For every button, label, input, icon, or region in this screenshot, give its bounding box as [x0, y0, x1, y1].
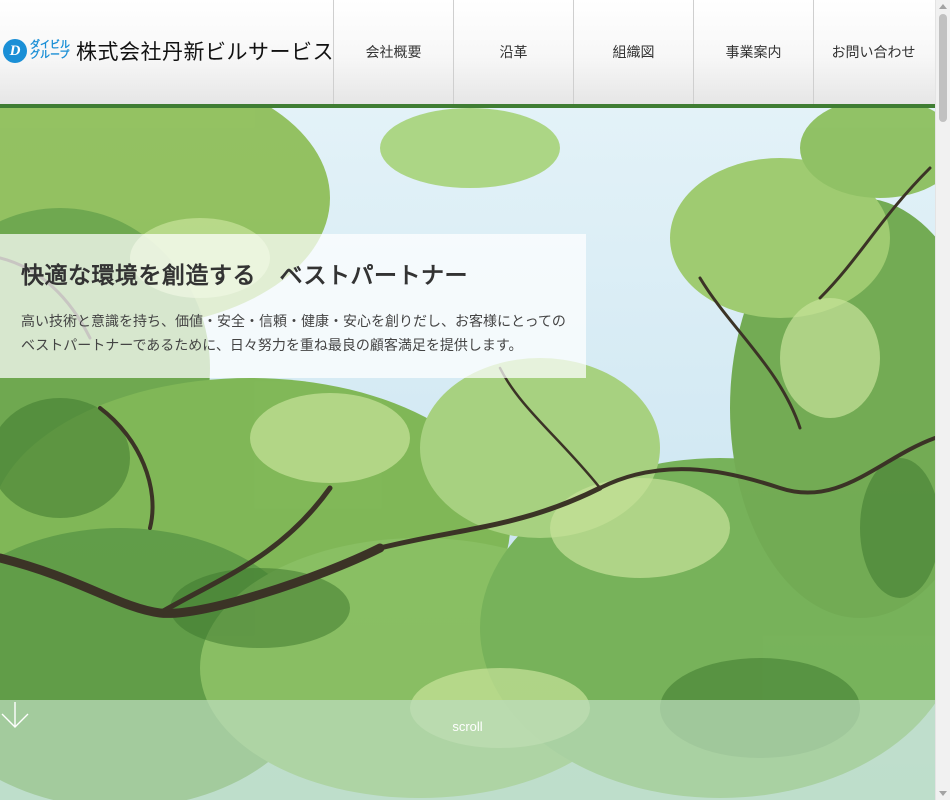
scroll-label: scroll — [452, 719, 483, 734]
arrow-down-icon[interactable] — [0, 700, 30, 730]
logo-group-text: ダイビル グループ — [30, 41, 70, 61]
daibiru-logo-icon: D — [3, 39, 27, 63]
tagline-panel: 快適な環境を創造する ベストパートナー 高い技術と意識を持ち、価値・安全・信頼・… — [0, 234, 586, 378]
hero-description-line1: 高い技術と意識を持ち、価値・安全・信頼・健康・安心を創りだし、お客様にとっての — [21, 314, 566, 330]
site-logo[interactable]: D ダイビル グループ 株式会社丹新ビルサービス — [3, 36, 334, 66]
scrollbar-thumb[interactable] — [939, 14, 947, 122]
scroll-indicator[interactable]: scroll — [0, 700, 935, 800]
company-name: 株式会社丹新ビルサービス — [76, 40, 334, 64]
nav-item-contact[interactable]: お問い合わせ — [813, 0, 933, 104]
hero-description-line2: ベストパートナーであるために、日々努力を重ね最良の顧客満足を提供します。 — [21, 338, 523, 354]
main-nav: 会社概要 沿革 組織図 事業案内 お問い合わせ — [333, 0, 933, 104]
site-header: D ダイビル グループ 株式会社丹新ビルサービス 会社概要 沿革 組織図 事業案… — [0, 0, 935, 104]
vertical-scrollbar[interactable] — [935, 0, 950, 800]
nav-item-company-overview[interactable]: 会社概要 — [333, 0, 453, 104]
scroll-down-arrow-icon[interactable] — [939, 791, 947, 796]
tree-canopy-image — [0, 108, 935, 800]
nav-item-business[interactable]: 事業案内 — [693, 0, 813, 104]
nav-item-history[interactable]: 沿革 — [453, 0, 573, 104]
scroll-up-arrow-icon[interactable] — [939, 4, 947, 9]
hero-section: 快適な環境を創造する ベストパートナー 高い技術と意識を持ち、価値・安全・信頼・… — [0, 108, 935, 800]
logo-group-line2: グループ — [30, 50, 70, 61]
nav-item-organization[interactable]: 組織図 — [573, 0, 693, 104]
hero-title: 快適な環境を創造する ベストパートナー — [21, 263, 468, 289]
hero-description: 高い技術と意識を持ち、価値・安全・信頼・健康・安心を創りだし、お客様にとっての … — [21, 310, 581, 358]
